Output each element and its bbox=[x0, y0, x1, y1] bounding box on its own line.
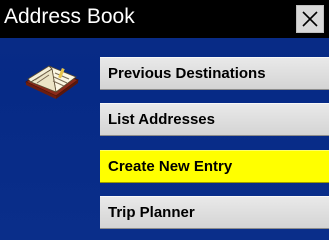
address-book-screen: Address Book Previous Destinations List … bbox=[0, 0, 329, 240]
close-button[interactable] bbox=[296, 5, 324, 33]
menu-button-previous-destinations[interactable]: Previous Destinations bbox=[100, 57, 329, 90]
close-icon bbox=[302, 11, 318, 27]
title-bar: Address Book bbox=[0, 0, 329, 38]
menu-button-create-new-entry[interactable]: Create New Entry bbox=[100, 150, 329, 183]
menu-label: List Addresses bbox=[108, 111, 215, 128]
page-title: Address Book bbox=[4, 5, 135, 28]
menu-button-list-addresses[interactable]: List Addresses bbox=[100, 103, 329, 136]
menu-button-trip-planner[interactable]: Trip Planner bbox=[100, 196, 329, 229]
menu-label: Previous Destinations bbox=[108, 65, 266, 82]
menu-label: Create New Entry bbox=[108, 158, 233, 175]
address-book-icon bbox=[24, 65, 80, 99]
menu-label: Trip Planner bbox=[108, 204, 195, 221]
